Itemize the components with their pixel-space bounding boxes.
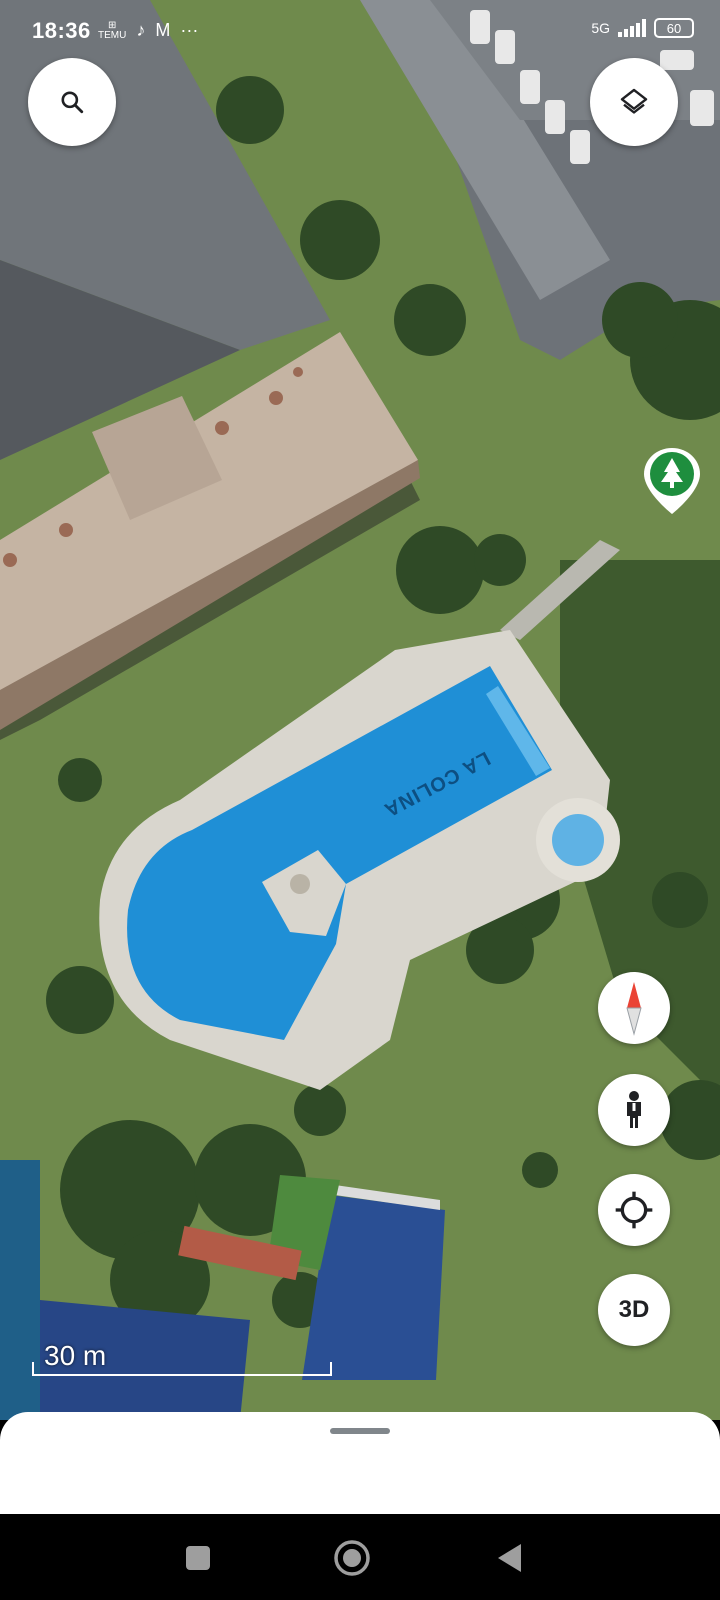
back-icon [498, 1544, 521, 1572]
tiktok-icon: ♪ [136, 20, 146, 40]
compass-icon [626, 982, 642, 1036]
pegman-icon [627, 1091, 641, 1128]
my-location-icon [615, 1191, 653, 1229]
status-right: 5G 60 [591, 18, 694, 38]
more-notifications-icon: ··· [180, 20, 199, 40]
signal-icon [618, 19, 646, 37]
back-button[interactable] [488, 1536, 532, 1580]
bottom-sheet[interactable] [0, 1412, 720, 1514]
home-icon [334, 1540, 370, 1576]
map-scale: 30 m [32, 1340, 332, 1376]
compass-button[interactable] [598, 972, 670, 1044]
street-view-button[interactable] [598, 1074, 670, 1146]
layers-button[interactable] [590, 58, 678, 146]
notification-icons: ⊞ TEMU ♪ M ··· [98, 20, 198, 41]
network-type: 5G [591, 20, 610, 36]
my-location-button[interactable] [598, 1174, 670, 1246]
recents-button[interactable] [176, 1536, 220, 1580]
temu-icon: ⊞ TEMU [98, 19, 127, 41]
search-button[interactable] [28, 58, 116, 146]
3d-toggle-button[interactable]: 3D [598, 1274, 670, 1346]
gmail-icon: M [155, 20, 171, 40]
3d-label: 3D [618, 1296, 650, 1323]
layers-icon [620, 88, 648, 114]
status-time: 18:36 [32, 18, 91, 43]
home-button[interactable] [330, 1536, 374, 1580]
search-icon [61, 91, 84, 114]
park-pin-icon[interactable] [640, 444, 704, 524]
recents-icon [186, 1546, 210, 1570]
status-bar: 18:36 ⊞ TEMU ♪ M ··· 5G 60 [0, 0, 720, 64]
system-navigation-bar [0, 1514, 720, 1600]
drag-handle[interactable] [330, 1428, 390, 1434]
scale-line [32, 1362, 332, 1376]
battery-icon: 60 [654, 18, 694, 38]
